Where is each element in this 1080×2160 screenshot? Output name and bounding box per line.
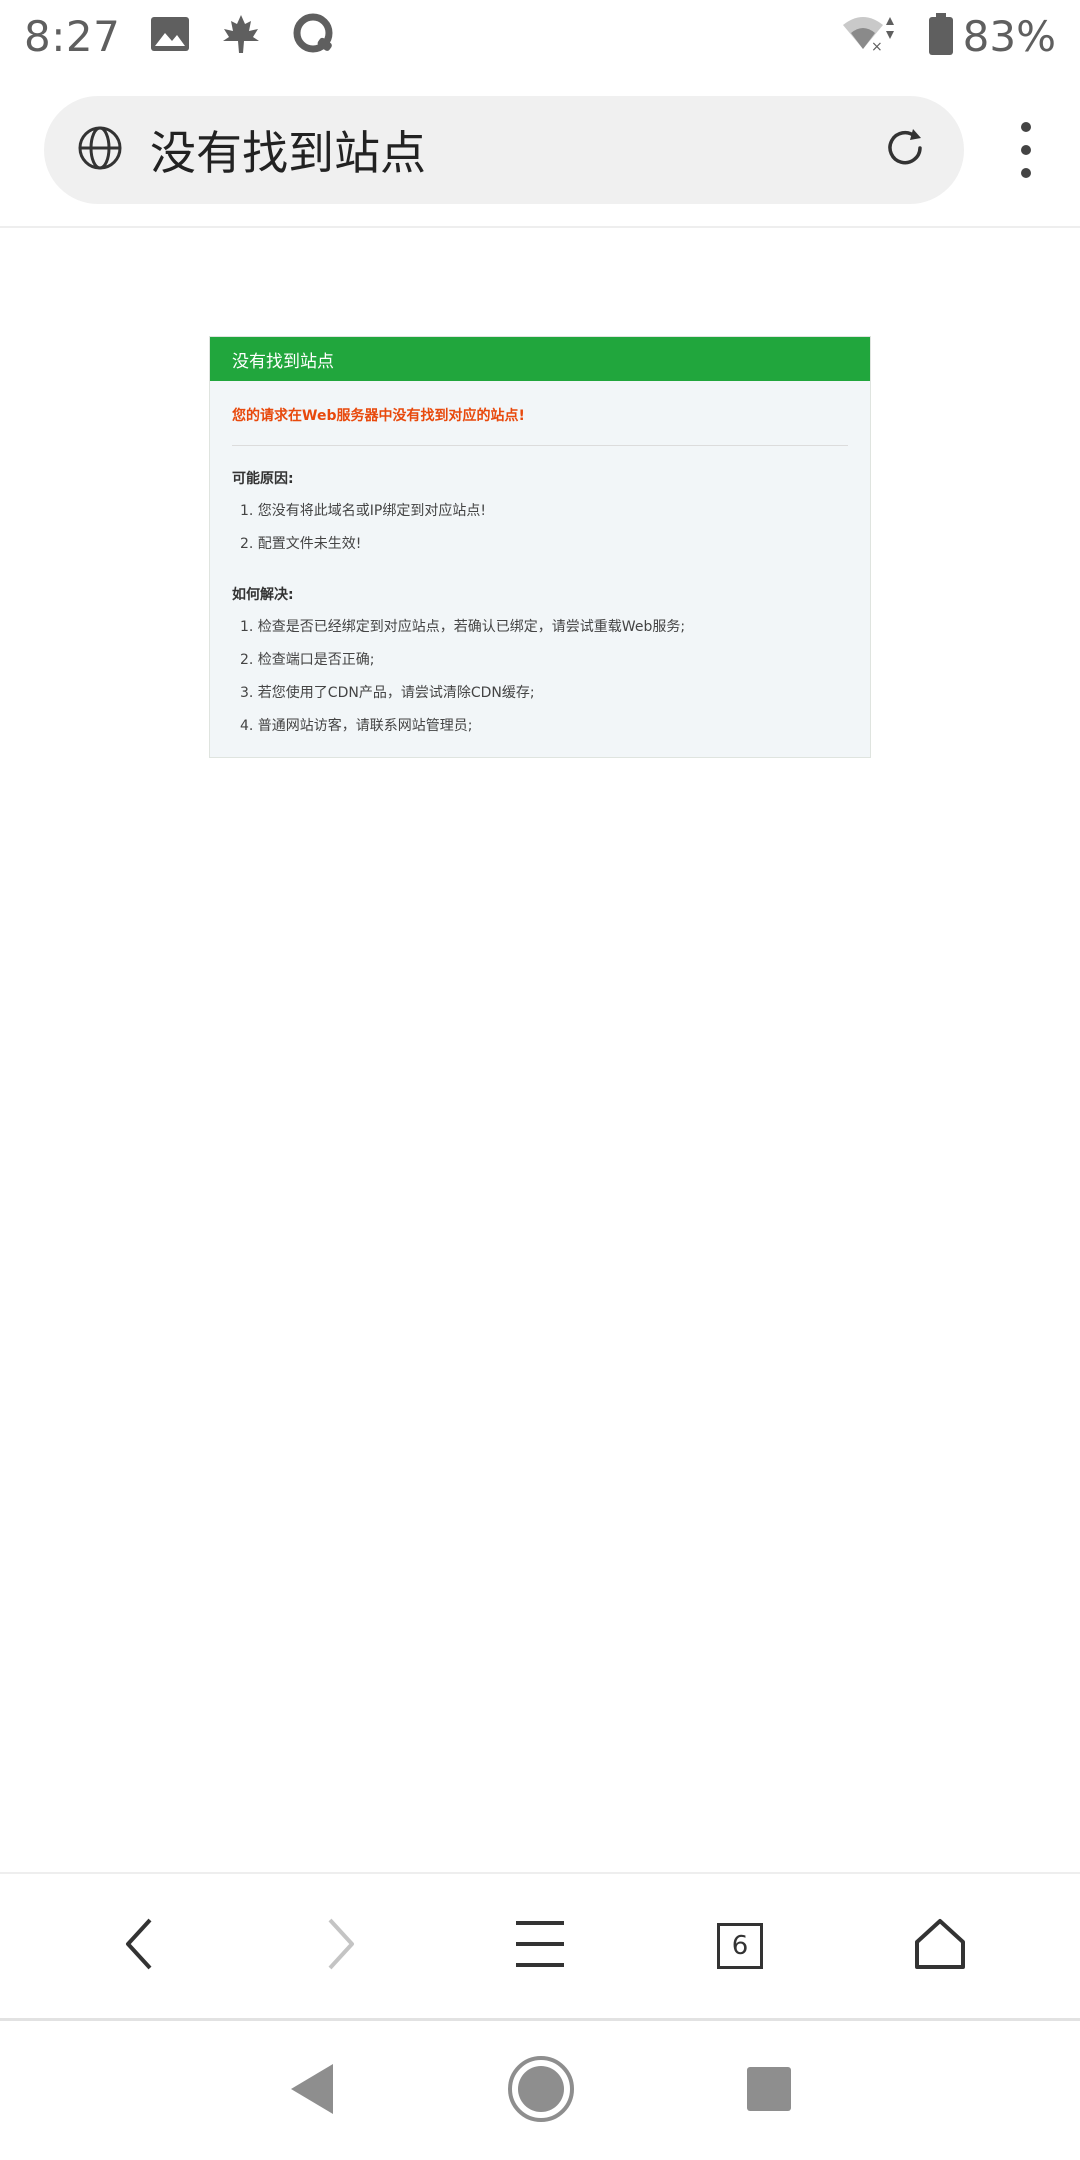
menu-icon <box>514 1919 566 1973</box>
status-bar: 8:27 × 83% <box>0 0 1080 72</box>
battery-percent: 83% <box>962 11 1056 61</box>
system-recents-icon[interactable] <box>745 2065 793 2117</box>
home-button[interactable] <box>880 1886 1000 2006</box>
more-vert-icon[interactable] <box>1006 116 1046 184</box>
error-message: 您的请求在Web服务器中没有找到对应的站点! <box>232 408 525 424</box>
tabs-icon: 6 <box>717 1923 763 1969</box>
menu-button[interactable] <box>480 1886 600 2006</box>
forward-button[interactable] <box>280 1886 400 2006</box>
system-home-icon[interactable] <box>507 2055 575 2127</box>
address-bar[interactable]: 没有找到站点 <box>44 96 964 204</box>
web-content: 没有找到站点 您的请求在Web服务器中没有找到对应的站点! 可能原因: 1. 您… <box>0 230 1080 1870</box>
battery-icon <box>928 13 953 59</box>
list-item: 1. 检查是否已经绑定到对应站点，若确认已绑定，请尝试重载Web服务; <box>240 619 686 635</box>
status-time: 8:27 <box>24 11 121 61</box>
maple-leaf-icon <box>220 13 262 59</box>
list-item: 3. 若您使用了CDN产品，请尝试清除CDN缓存; <box>240 685 535 701</box>
solutions-title: 如何解决: <box>232 587 294 603</box>
image-icon <box>150 16 190 56</box>
reasons-title: 可能原因: <box>232 471 294 487</box>
page-title[interactable]: 没有找到站点 <box>150 117 882 183</box>
error-card-header: 没有找到站点 <box>210 337 870 381</box>
solutions-list: 1. 检查是否已经绑定到对应站点，若确认已绑定，请尝试重载Web服务; 2. 检… <box>232 616 848 748</box>
system-back-icon[interactable] <box>287 2062 337 2120</box>
reasons-list: 1. 您没有将此域名或IP绑定到对应站点! 2. 配置文件未生效! <box>232 500 848 566</box>
list-item: 2. 配置文件未生效! <box>240 536 362 552</box>
reload-icon[interactable] <box>882 125 928 175</box>
q-app-icon <box>292 12 336 60</box>
tabs-button[interactable]: 6 <box>680 1886 800 2006</box>
browser-bottom-bar: 6 <box>0 1872 1080 2018</box>
home-icon <box>914 1918 966 1974</box>
back-icon <box>120 1914 160 1978</box>
back-button[interactable] <box>80 1886 200 2006</box>
list-item: 2. 检查端口是否正确; <box>240 652 375 668</box>
list-item: 1. 您没有将此域名或IP绑定到对应站点! <box>240 503 486 519</box>
list-item: 4. 普通网站访客，请联系网站管理员; <box>240 718 473 734</box>
globe-icon <box>76 124 124 176</box>
system-nav-bar <box>0 2018 1080 2160</box>
wifi-icon: × <box>841 13 899 59</box>
svg-text:×: × <box>871 39 883 55</box>
browser-toolbar: 没有找到站点 <box>0 72 1080 228</box>
forward-icon <box>320 1914 360 1978</box>
divider <box>232 445 848 446</box>
error-card: 没有找到站点 您的请求在Web服务器中没有找到对应的站点! 可能原因: 1. 您… <box>209 336 871 758</box>
